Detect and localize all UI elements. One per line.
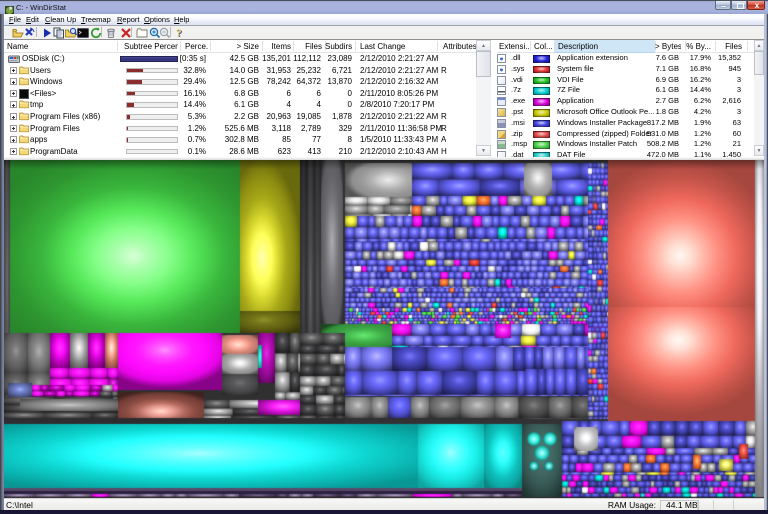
svg-text:?: ? [176, 27, 182, 39]
